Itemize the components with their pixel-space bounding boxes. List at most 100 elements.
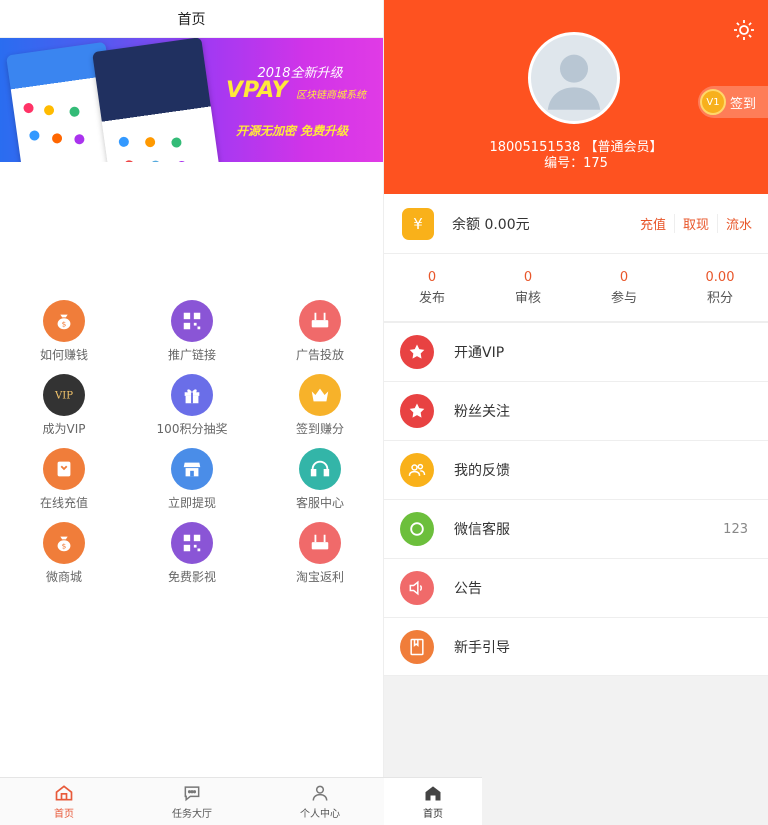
svg-text:$: $: [62, 320, 67, 329]
grid-item-checkin-points[interactable]: 签到赚分: [256, 374, 384, 448]
banner-brand: VPAY: [226, 78, 288, 103]
level-badge: V1: [700, 89, 726, 115]
money-bag-icon: $: [43, 522, 85, 564]
default-avatar-icon: [547, 54, 601, 110]
router-icon: [299, 522, 341, 564]
grid-row: $ 微商城 免费影视 淘宝返利: [0, 522, 384, 596]
grid-item-micro-mall[interactable]: $ 微商城: [0, 522, 128, 596]
nav-home[interactable]: 首页: [384, 777, 482, 825]
home-icon: [55, 785, 73, 801]
menu-item-wechat-support[interactable]: 微信客服 123: [384, 499, 768, 558]
stat-points[interactable]: 0.00 积分: [672, 254, 768, 321]
grid-item-taobao-rebate[interactable]: 淘宝返利: [256, 522, 384, 596]
grid-item-how-to-earn[interactable]: $ 如何赚钱: [0, 300, 128, 374]
grid-item-label: 如何赚钱: [39, 348, 88, 362]
grid-item-promo-link[interactable]: 推广链接: [128, 300, 256, 374]
svg-text:VIP: VIP: [54, 391, 73, 402]
nav-label: 首页: [423, 809, 443, 820]
banner-slogan: 开源无加密 免费升级: [236, 124, 349, 138]
nav-task-hall[interactable]: 任务大厅: [128, 778, 256, 825]
menu-item-fans-follow[interactable]: 粉丝关注: [384, 381, 768, 440]
vip-icon: VIP: [43, 374, 85, 416]
menu-item-announcement[interactable]: 公告: [384, 558, 768, 617]
chat-icon: [184, 786, 200, 802]
money-bag-icon: $: [43, 300, 85, 342]
profile-header: V1 签到 18005151538 【普通会员】 编号：175: [384, 0, 768, 194]
bottom-nav: 首页 任务大厅 个人中心: [0, 777, 384, 825]
menu-label: 开通VIP: [454, 345, 505, 361]
grid-item-recharge[interactable]: 在线充值: [0, 448, 128, 522]
statement-link[interactable]: 流水: [716, 214, 760, 233]
star-icon: [400, 335, 434, 369]
crown-icon: [299, 374, 341, 416]
nav-profile[interactable]: 个人中心: [256, 778, 384, 825]
grid-item-label: 推广链接: [167, 348, 216, 362]
grid-item-withdraw[interactable]: 立即提现: [128, 448, 256, 522]
nav-label: 首页: [54, 809, 74, 820]
grid-item-ads[interactable]: 广告投放: [256, 300, 384, 374]
stat-participate[interactable]: 0 参与: [576, 254, 672, 321]
grid-item-label: 微商城: [45, 570, 82, 584]
stats-row: 0 发布 0 审核 0 参与 0.00 积分: [384, 254, 768, 322]
gear-icon[interactable]: [732, 18, 756, 42]
stat-review[interactable]: 0 审核: [480, 254, 576, 321]
recharge-link[interactable]: 充值: [632, 214, 674, 233]
grid-item-support[interactable]: 客服中心: [256, 448, 384, 522]
withdraw-link[interactable]: 取现: [673, 214, 717, 233]
gift-icon: [171, 374, 213, 416]
menu-item-open-vip[interactable]: 开通VIP: [384, 322, 768, 381]
home-icon: [425, 786, 441, 801]
menu-label: 公告: [454, 581, 482, 597]
stat-label: 审核: [514, 290, 541, 306]
menu-item-feedback[interactable]: 我的反馈: [384, 440, 768, 499]
balance-text: 余额 0.00元: [452, 216, 530, 233]
grid-item-label: 客服中心: [295, 496, 344, 510]
grid-item-label: 成为VIP: [42, 422, 86, 436]
grid-item-become-vip[interactable]: VIP 成为VIP: [0, 374, 128, 448]
member-number: 编号：175: [544, 156, 608, 171]
yen-icon: ¥: [402, 207, 434, 240]
menu-label: 我的反馈: [454, 463, 510, 479]
grid-item-label: 免费影视: [167, 570, 216, 584]
router-icon: [299, 300, 341, 342]
stat-published[interactable]: 0 发布: [384, 254, 480, 321]
grid-row: VIP 成为VIP 100积分抽奖 签到赚分: [0, 374, 384, 448]
grid-item-label: 签到赚分: [295, 422, 344, 436]
nav-home[interactable]: 首页: [0, 778, 128, 825]
balance-row: ¥ 余额 0.00元 充值 取现 流水: [384, 194, 768, 254]
menu-label: 粉丝关注: [454, 404, 510, 420]
stat-value: 0: [523, 269, 533, 285]
left-screen: 首页 2018全新升级 VPAY 区块链商城系统 开源无加密 免费升级 $ 如何…: [0, 0, 384, 825]
stat-label: 积分: [706, 290, 733, 306]
headset-icon: [299, 448, 341, 490]
stat-label: 参与: [610, 290, 637, 306]
store-icon: [171, 448, 213, 490]
recharge-icon: [43, 448, 85, 490]
stat-label: 发布: [418, 290, 445, 306]
avatar[interactable]: [528, 32, 620, 124]
banner-subtitle: 区块链商城系统: [296, 90, 366, 101]
grid-item-free-movies[interactable]: 免费影视: [128, 522, 256, 596]
banner-phone-right: [92, 38, 222, 162]
page-title: 首页: [0, 0, 383, 38]
grid-row: 在线充值 立即提现 客服中心: [0, 448, 384, 522]
stat-value: 0: [619, 269, 629, 285]
book-icon: [400, 629, 434, 664]
feature-grid: $ 如何赚钱 推广链接 广告投放 VIP 成为VIP 100积分抽奖 签到赚分 …: [0, 300, 384, 596]
speaker-icon: [400, 571, 434, 605]
grid-item-label: 100积分抽奖: [156, 422, 228, 436]
grid-item-lottery[interactable]: 100积分抽奖: [128, 374, 256, 448]
nav-label: 任务大厅: [172, 809, 212, 820]
stat-value: 0.00: [705, 269, 735, 285]
menu-label: 微信客服: [454, 522, 510, 538]
grid-item-label: 淘宝返利: [295, 570, 344, 584]
promo-banner[interactable]: 2018全新升级 VPAY 区块链商城系统 开源无加密 免费升级: [0, 38, 383, 162]
grid-item-label: 立即提现: [167, 496, 216, 510]
signin-button[interactable]: V1 签到: [698, 86, 768, 118]
grid-item-label: 广告投放: [295, 348, 344, 362]
grid-row: $ 如何赚钱 推广链接 广告投放: [0, 300, 384, 374]
menu-item-beginner-guide[interactable]: 新手引导: [384, 617, 768, 676]
menu-label: 新手引导: [454, 639, 510, 656]
grid-item-label: 在线充值: [39, 496, 88, 510]
circle-icon: [400, 512, 434, 546]
